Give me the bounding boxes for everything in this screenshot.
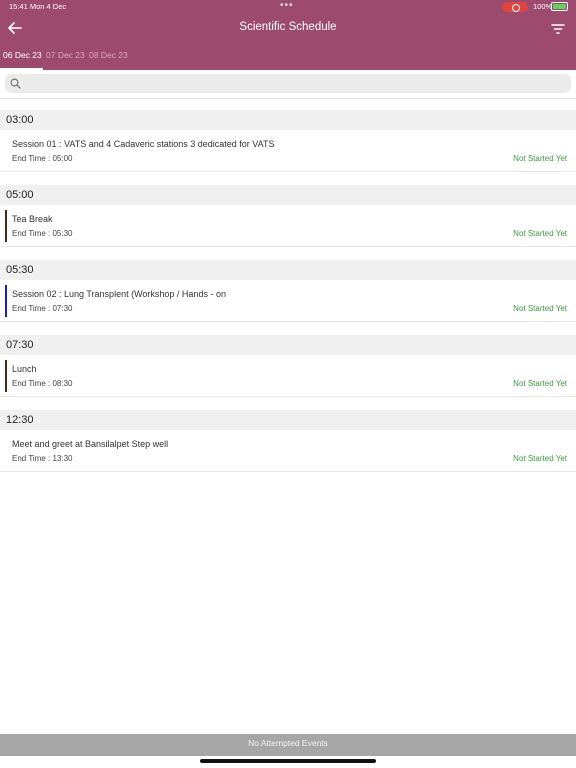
group-time-header: 07:30 — [0, 335, 576, 355]
end-time-label: End Time : — [12, 454, 53, 463]
end-time-value: 07:30 — [52, 304, 73, 313]
multitask-dots[interactable]: ••• — [280, 0, 294, 11]
session-name: Lunch — [12, 364, 37, 374]
page-title: Scientific Schedule — [239, 21, 337, 33]
status-label: Not Started Yet — [513, 154, 567, 163]
end-time-label: End Time : — [12, 229, 53, 238]
search-input[interactable] — [25, 76, 565, 91]
app-header: 15:41 Mon 4 Dec ••• 100% Scientific Sche… — [0, 0, 576, 70]
schedule-group: 05:00 Tea Break End Time : 05:30 Not Starte… — [0, 185, 576, 247]
search-icon — [10, 78, 21, 89]
session-name: Session 02 : Lung Transplent (Workshop /… — [12, 289, 226, 299]
schedule-group: 12:30 Meet and greet at Bansilalpet Step … — [0, 410, 576, 472]
active-tab-indicator — [0, 68, 43, 70]
session-name: Session 01 : VATS and 4 Cadaveric statio… — [12, 139, 275, 149]
end-time-label: End Time : — [12, 304, 53, 313]
status-label: Not Started Yet — [513, 304, 567, 313]
status-bar: 15:41 Mon 4 Dec ••• 100% — [0, 0, 576, 14]
schedule-item[interactable]: Meet and greet at Bansilalpet Step well E… — [0, 430, 576, 472]
group-time-header: 03:00 — [0, 110, 576, 130]
tab-date-3[interactable]: 08 Dec 23 — [89, 50, 128, 60]
schedule-item[interactable]: Session 01 : VATS and 4 Cadaveric statio… — [0, 130, 576, 172]
battery-percent: 100% — [533, 2, 553, 11]
tab-date-1[interactable]: 06 Dec 23 — [3, 50, 42, 60]
end-time-label: End Time : — [12, 154, 53, 163]
schedule-item[interactable]: Session 02 : Lung Transplent (Workshop /… — [0, 280, 576, 322]
group-time-header: 05:00 — [0, 185, 576, 205]
end-time: End Time : 07:30 — [12, 304, 73, 313]
end-time: End Time : 13:30 — [12, 454, 73, 463]
status-label: Not Started Yet — [513, 454, 567, 463]
end-time-value: 13:30 — [52, 454, 73, 463]
group-time-header: 12:30 — [0, 410, 576, 430]
footer-bar: No Attempted Events — [0, 734, 576, 756]
category-color-bar — [5, 360, 7, 392]
session-name: Tea Break — [12, 214, 53, 224]
end-time-value: 05:30 — [52, 229, 73, 238]
end-time: End Time : 05:00 — [12, 154, 73, 163]
end-time-value: 05:00 — [52, 154, 73, 163]
status-label: Not Started Yet — [513, 379, 567, 388]
end-time: End Time : 05:30 — [12, 229, 73, 238]
schedule-group: 05:30 Session 02 : Lung Transplent (Works… — [0, 260, 576, 322]
battery-icon — [551, 2, 568, 11]
status-time: 15:41 Mon 4 Dec — [9, 2, 67, 11]
end-time-value: 08:30 — [52, 379, 73, 388]
schedule-group: 07:30 Lunch End Time : 08:30 Not Started Ye… — [0, 335, 576, 397]
screen-record-icon — [502, 2, 528, 12]
no-attempted-events-label: No Attempted Events — [248, 738, 328, 748]
search-bar[interactable] — [5, 74, 571, 93]
status-label: Not Started Yet — [513, 229, 567, 238]
schedule-group: 03:00 Session 01 : VATS and 4 Cadaveric s… — [0, 110, 576, 172]
end-time: End Time : 08:30 — [12, 379, 73, 388]
schedule-item[interactable]: Tea Break End Time : 05:30 Not Started Yet — [0, 205, 576, 247]
filter-icon[interactable] — [550, 22, 566, 36]
end-time-label: End Time : — [12, 379, 53, 388]
divider — [0, 98, 576, 99]
group-time-header: 05:30 — [0, 260, 576, 280]
tab-date-2[interactable]: 07 Dec 23 — [46, 50, 85, 60]
home-indicator[interactable] — [200, 759, 376, 763]
category-color-bar — [5, 210, 7, 242]
schedule-item[interactable]: Lunch End Time : 08:30 Not Started Yet — [0, 355, 576, 397]
session-name: Meet and greet at Bansilalpet Step well — [12, 439, 169, 449]
category-color-bar — [5, 285, 7, 317]
